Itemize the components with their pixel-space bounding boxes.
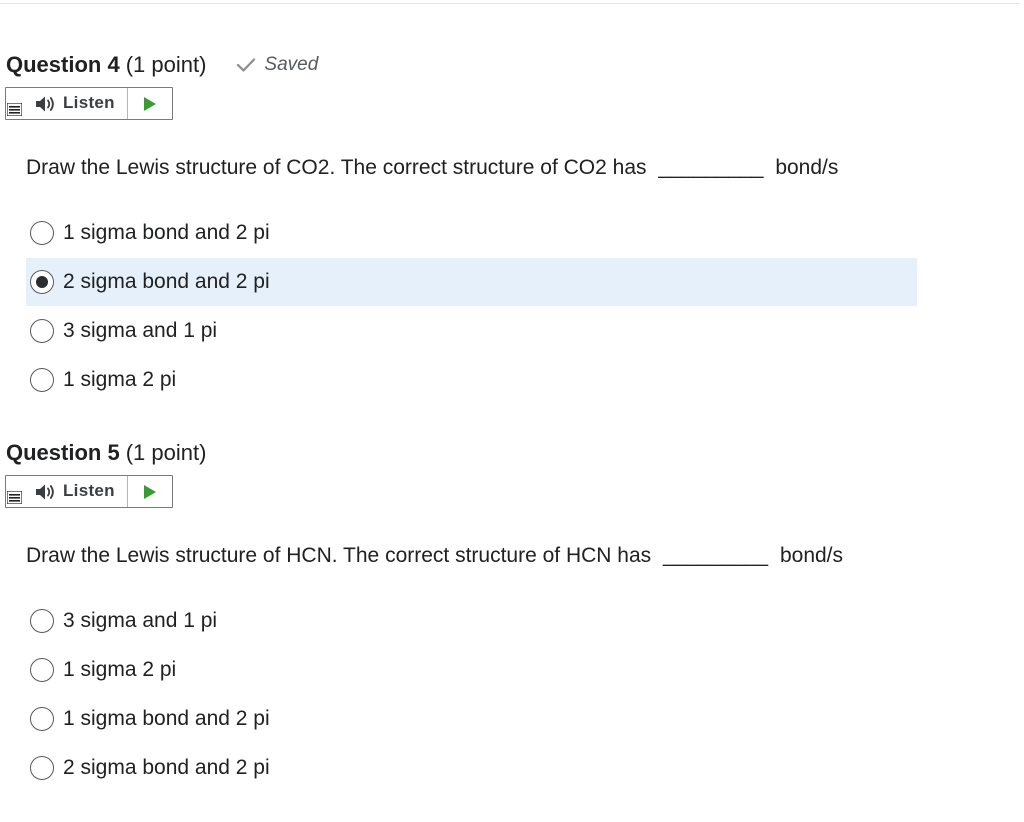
saved-status: Saved [236, 54, 318, 76]
answer-option[interactable]: 2 sigma bond and 2 pi [26, 744, 917, 792]
menu-icon[interactable] [7, 491, 22, 504]
radio-button[interactable] [30, 756, 54, 780]
radio-button[interactable] [30, 319, 54, 343]
play-icon [144, 484, 156, 499]
prompt-text: Draw the Lewis structure of HCN. The cor… [26, 544, 652, 567]
radio-button[interactable] [30, 221, 54, 245]
option-label: 1 sigma bond and 2 pi [63, 221, 270, 244]
answer-blank: _________ [658, 156, 764, 179]
question-title: Question 4 [6, 52, 120, 77]
play-icon [144, 96, 156, 111]
radio-button-checked[interactable] [30, 270, 54, 294]
listen-widget: Listen [5, 475, 173, 508]
answer-option[interactable]: 1 sigma 2 pi [26, 356, 917, 404]
prompt-suffix: bond/s [775, 156, 839, 179]
listen-widget: Listen [5, 87, 173, 120]
listen-button[interactable]: Listen [6, 476, 128, 507]
prompt-text: Draw the Lewis structure of CO2. The cor… [26, 156, 647, 179]
prompt-suffix: bond/s [779, 544, 844, 567]
radio-dot [36, 276, 48, 288]
radio-button[interactable] [30, 609, 54, 633]
question-prompt: Draw the Lewis structure of HCN. The cor… [26, 544, 843, 568]
play-button[interactable] [128, 476, 172, 507]
answer-option-selected[interactable]: 2 sigma bond and 2 pi [26, 258, 917, 306]
listen-button[interactable]: Listen [6, 88, 128, 119]
play-button[interactable] [128, 88, 172, 119]
option-label: 3 sigma and 1 pi [63, 609, 218, 632]
radio-button[interactable] [30, 707, 54, 731]
radio-button[interactable] [30, 658, 54, 682]
speaker-icon [36, 96, 54, 112]
answer-option[interactable]: 1 sigma bond and 2 pi [26, 209, 917, 257]
option-label: 2 sigma bond and 2 pi [63, 270, 270, 293]
listen-label: Listen [63, 93, 115, 112]
option-label: 1 sigma bond and 2 pi [63, 707, 270, 730]
answer-option[interactable]: 1 sigma 2 pi [26, 646, 917, 694]
option-label: 1 sigma 2 pi [63, 368, 177, 391]
question-4-header: Question 4 (1 point) Saved [6, 50, 318, 80]
listen-label: Listen [63, 481, 115, 500]
saved-label: Saved [264, 54, 319, 75]
menu-icon[interactable] [7, 103, 22, 116]
option-label: 1 sigma 2 pi [63, 658, 177, 681]
speaker-icon [36, 484, 54, 500]
question-points: (1 point) [125, 440, 207, 465]
top-divider [0, 3, 1020, 4]
question-title: Question 5 [6, 440, 120, 465]
answer-option[interactable]: 3 sigma and 1 pi [26, 597, 917, 645]
option-label: 3 sigma and 1 pi [63, 319, 218, 342]
question-prompt: Draw the Lewis structure of CO2. The cor… [26, 156, 838, 180]
checkmark-icon [237, 58, 256, 72]
radio-button[interactable] [30, 368, 54, 392]
answer-option[interactable]: 1 sigma bond and 2 pi [26, 695, 917, 743]
question-5-header: Question 5 (1 point) [6, 438, 206, 468]
option-label: 2 sigma bond and 2 pi [63, 756, 270, 779]
question-points: (1 point) [125, 52, 207, 77]
answer-option[interactable]: 3 sigma and 1 pi [26, 307, 917, 355]
answer-blank: _________ [663, 544, 769, 567]
